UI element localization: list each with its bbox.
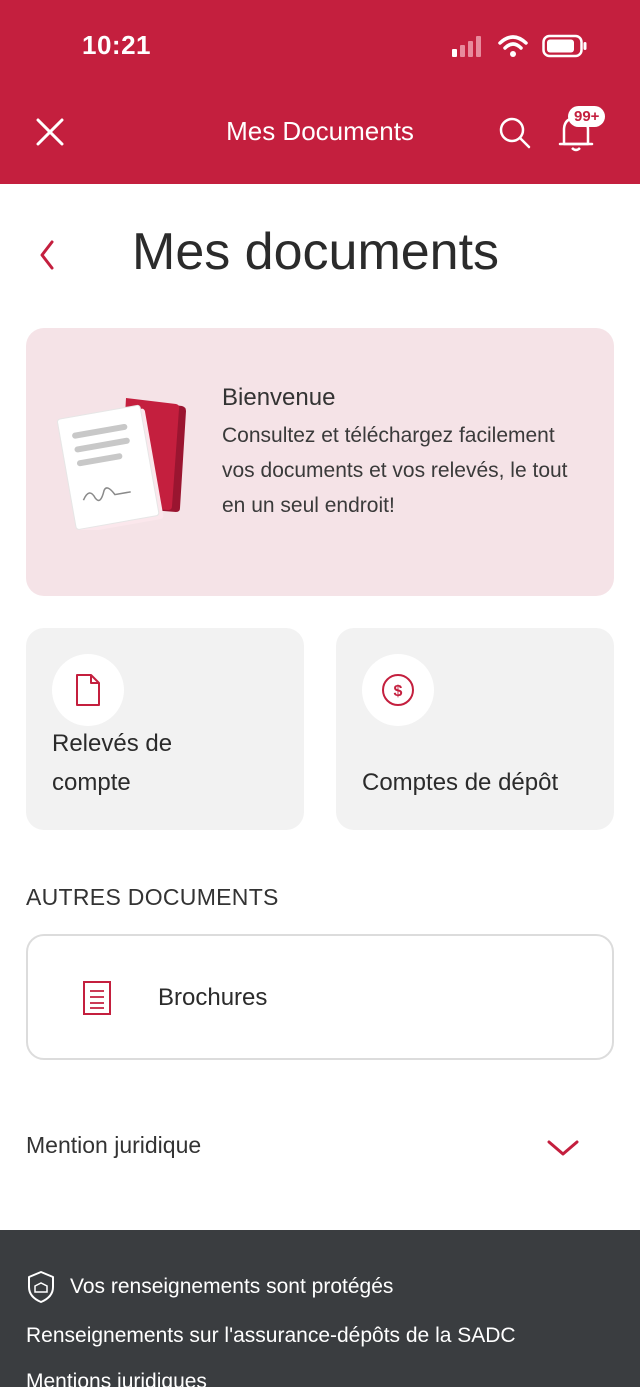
- qc-icon-wrap: $: [362, 654, 434, 726]
- brochures-item[interactable]: Brochures: [26, 934, 614, 1060]
- welcome-card: Bienvenue Consultez et téléchargez facil…: [26, 328, 614, 596]
- notification-badge: 99+: [568, 106, 606, 127]
- brochures-label: Brochures: [158, 984, 268, 1011]
- other-documents-heading: AUTRES DOCUMENTS: [26, 884, 279, 910]
- account-statements-line2: compte: [52, 769, 131, 796]
- status-icons: [452, 34, 588, 58]
- deposit-accounts-card[interactable]: $ Comptes de dépôt: [336, 628, 614, 830]
- footer-protected-text: Vos renseignements sont protégés: [70, 1275, 394, 1298]
- svg-text:$: $: [394, 683, 403, 700]
- app-header: 10:21 Mes Documents 99+: [0, 0, 640, 184]
- deposit-accounts-label: Comptes de dépôt: [362, 769, 559, 796]
- account-statements-card[interactable]: Relevés de compte: [26, 628, 304, 830]
- account-statements-label: Relevés de compte: [52, 724, 172, 802]
- legal-mention-label: Mention juridique: [26, 1132, 202, 1158]
- battery-icon: [542, 34, 587, 58]
- welcome-title: Bienvenue: [222, 384, 336, 411]
- footer: Vos renseignements sont protégés Renseig…: [0, 1230, 640, 1387]
- search-icon[interactable]: [498, 116, 532, 150]
- sadc-insurance-link[interactable]: Renseignements sur l'assurance-dépôts de…: [26, 1324, 516, 1348]
- footer-protected-row: Vos renseignements sont protégés: [26, 1270, 393, 1304]
- qc-icon-wrap: [52, 654, 124, 726]
- account-statements-line1: Relevés de: [52, 730, 173, 757]
- dollar-circle-icon: $: [382, 674, 414, 706]
- legal-mentions-link[interactable]: Mentions juridiques: [26, 1370, 207, 1387]
- page-title: Mes documents: [132, 223, 500, 281]
- notifications-button[interactable]: 99+: [556, 106, 606, 152]
- welcome-text: Consultez et téléchargez facilement vos …: [222, 424, 568, 517]
- nav-title: Mes Documents: [226, 116, 414, 146]
- documents-illustration-icon: [57, 398, 186, 530]
- back-chevron-icon[interactable]: [34, 234, 62, 276]
- legal-mention-toggle[interactable]: Mention juridique: [26, 1132, 586, 1172]
- signal-icon: [452, 36, 481, 57]
- brochure-icon: [83, 981, 111, 1015]
- chevron-down-icon: [547, 1140, 579, 1156]
- wifi-icon: [498, 35, 528, 57]
- document-icon: [76, 674, 100, 706]
- status-time: 10:21: [82, 30, 151, 60]
- shield-icon: [28, 1271, 54, 1303]
